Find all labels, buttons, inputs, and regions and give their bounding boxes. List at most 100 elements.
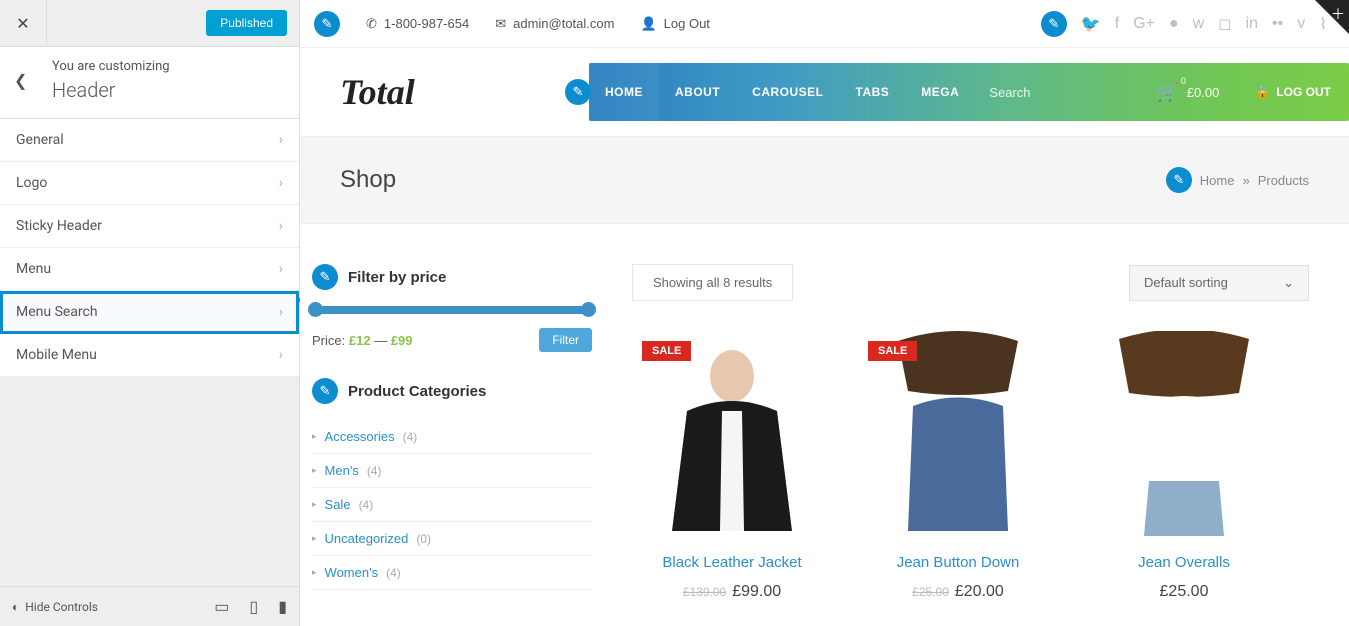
product-card[interactable]: SALE Black Leather Jacket £139.00£99.00 <box>632 331 832 601</box>
nav-about[interactable]: ABOUT <box>659 63 736 121</box>
chevron-right-icon: › <box>279 132 283 148</box>
customizer-item-menu-search[interactable]: Menu Search› <box>0 291 299 334</box>
customizer-spacer <box>0 377 299 586</box>
chevron-right-icon: › <box>279 304 283 320</box>
main-nav: ✎ HOME ABOUT CAROUSEL TABS MEGA 🛒0 £0.00… <box>589 63 1349 121</box>
customizer-footer: ◐ Hide Controls ▭ ▯ ▮ <box>0 586 299 626</box>
category-item[interactable]: ▸Accessories(4) <box>312 420 592 454</box>
cart-icon: 🛒0 <box>1156 82 1178 103</box>
edit-shortcut-icon[interactable]: ✎ <box>314 11 340 37</box>
widget-title-filter: Filter by price <box>348 269 446 286</box>
edit-shortcut-icon[interactable]: ✎ <box>1166 167 1192 193</box>
edit-shortcut-icon[interactable]: ✎ <box>312 264 338 290</box>
flickr-icon[interactable]: •• <box>1272 15 1283 33</box>
category-item[interactable]: ▸Sale(4) <box>312 488 592 522</box>
widget-title-categories: Product Categories <box>348 383 486 400</box>
product-image <box>1084 331 1284 536</box>
category-item[interactable]: ▸Men's(4) <box>312 454 592 488</box>
product-price: £139.00£99.00 <box>632 583 832 601</box>
search-input[interactable] <box>989 85 1124 100</box>
product-price: £25.00 <box>1084 583 1284 601</box>
page-title: Shop <box>340 166 396 194</box>
price-slider[interactable] <box>312 306 592 314</box>
product-card[interactable]: Jean Overalls £25.00 <box>1084 331 1284 601</box>
chevron-right-icon: › <box>279 175 283 191</box>
topbar-phone: ✆1-800-987-654 <box>366 16 469 32</box>
product-price: £25.00£20.00 <box>858 583 1058 601</box>
breadcrumb-current: Products <box>1258 173 1309 188</box>
hide-controls-button[interactable]: ◐ Hide Controls <box>12 600 98 614</box>
menu-search[interactable] <box>975 63 1138 121</box>
section-title: Header <box>52 78 170 102</box>
slider-handle-max[interactable] <box>581 302 596 317</box>
nav-carousel[interactable]: CAROUSEL <box>736 63 839 121</box>
page-titlebar: Shop ✎ Home » Products <box>300 136 1349 224</box>
slider-handle-min[interactable] <box>308 302 323 317</box>
close-customizer-button[interactable]: ✕ <box>0 0 47 47</box>
results-count: Showing all 8 results <box>632 264 793 301</box>
linkedin-icon[interactable]: in <box>1246 15 1258 33</box>
product-name[interactable]: Jean Overalls <box>1084 554 1284 571</box>
nav-logout[interactable]: 🔒 LOG OUT <box>1237 63 1349 121</box>
customizer-panel: ✕ Published ❮ You are customizing Header… <box>0 0 300 626</box>
google-plus-icon[interactable]: G+ <box>1133 15 1155 33</box>
sale-badge: SALE <box>868 341 917 361</box>
customizer-item-sticky-header[interactable]: Sticky Header› <box>0 205 299 248</box>
sort-select[interactable]: Default sorting ⌄ <box>1129 265 1309 301</box>
breadcrumb-sep: » <box>1242 173 1249 188</box>
topbar-email[interactable]: ✉admin@total.com <box>495 16 614 32</box>
caret-icon: ▸ <box>312 431 317 442</box>
edit-shortcut-icon[interactable]: ✎ <box>312 378 338 404</box>
publish-button[interactable]: Published <box>206 10 287 36</box>
customizer-item-general[interactable]: General› <box>0 119 299 162</box>
customizer-item-logo[interactable]: Logo› <box>0 162 299 205</box>
customizer-section-header: ❮ You are customizing Header <box>0 47 299 119</box>
collapse-corner[interactable]: ＋ <box>1315 0 1349 34</box>
customizer-topbar: ✕ Published <box>0 0 299 47</box>
product-name[interactable]: Black Leather Jacket <box>632 554 832 571</box>
customizer-item-menu[interactable]: Menu› <box>0 248 299 291</box>
site-logo[interactable]: Total <box>340 71 415 113</box>
chevron-right-icon: › <box>279 261 283 277</box>
shop-content: ✎ Filter by price Price: £12 — £99 Filte… <box>300 224 1349 626</box>
twitter-icon[interactable]: 🐦 <box>1081 14 1101 34</box>
filter-button[interactable]: Filter <box>539 328 592 352</box>
breadcrumb-home[interactable]: Home <box>1200 173 1235 188</box>
shop-sidebar: ✎ Filter by price Price: £12 — £99 Filte… <box>312 264 592 626</box>
category-item[interactable]: ▸Women's(4) <box>312 556 592 590</box>
site-topbar: ✎ ✆1-800-987-654 ✉admin@total.com 👤Log O… <box>300 0 1349 48</box>
nav-tabs[interactable]: TABS <box>840 63 906 121</box>
site-preview: ✎ ✆1-800-987-654 ✉admin@total.com 👤Log O… <box>300 0 1349 626</box>
desktop-preview-icon[interactable]: ▭ <box>214 597 229 616</box>
edit-shortcut-icon[interactable]: ✎ <box>1041 11 1067 37</box>
tablet-preview-icon[interactable]: ▯ <box>249 597 258 616</box>
nav-home[interactable]: HOME <box>589 63 659 121</box>
customizer-item-mobile-menu[interactable]: Mobile Menu› <box>0 334 299 377</box>
you-are-customizing-label: You are customizing <box>52 59 170 74</box>
price-range-label: Price: £12 — £99 <box>312 333 413 348</box>
chevron-right-icon: › <box>279 347 283 363</box>
topbar-logout[interactable]: 👤Log Out <box>640 16 709 32</box>
site-header: Total 🛒0 ✎ HOME ABOUT CAROUSEL TABS MEGA… <box>300 48 1349 136</box>
nav-cart[interactable]: 🛒0 £0.00 <box>1138 63 1237 121</box>
instagram-icon[interactable]: ◻ <box>1218 14 1231 34</box>
social-icons: ✎ 🐦 f G+ ● w ◻ in •• v ⌇ <box>1041 11 1327 37</box>
sale-badge: SALE <box>642 341 691 361</box>
mobile-preview-icon[interactable]: ▮ <box>278 597 287 616</box>
pinterest-icon[interactable]: ● <box>1169 15 1179 33</box>
back-button[interactable]: ❮ <box>14 71 34 90</box>
vk-icon[interactable]: w <box>1193 15 1205 33</box>
envelope-icon: ✉ <box>495 16 506 32</box>
vimeo-icon[interactable]: v <box>1297 15 1305 33</box>
caret-icon: ▸ <box>312 533 317 544</box>
nav-mega[interactable]: MEGA <box>905 63 975 121</box>
product-card[interactable]: SALE Jean Button Down £25.00£20.00 <box>858 331 1058 601</box>
shop-main: Showing all 8 results Default sorting ⌄ … <box>632 264 1309 626</box>
caret-icon: ▸ <box>312 567 317 578</box>
edit-shortcut-icon[interactable]: ✎ <box>565 79 591 105</box>
product-image: SALE <box>858 331 1058 536</box>
facebook-icon[interactable]: f <box>1115 15 1119 33</box>
product-name[interactable]: Jean Button Down <box>858 554 1058 571</box>
category-item[interactable]: ▸Uncategorized(0) <box>312 522 592 556</box>
customizer-list: General› Logo› Sticky Header› Menu› Menu… <box>0 119 299 377</box>
